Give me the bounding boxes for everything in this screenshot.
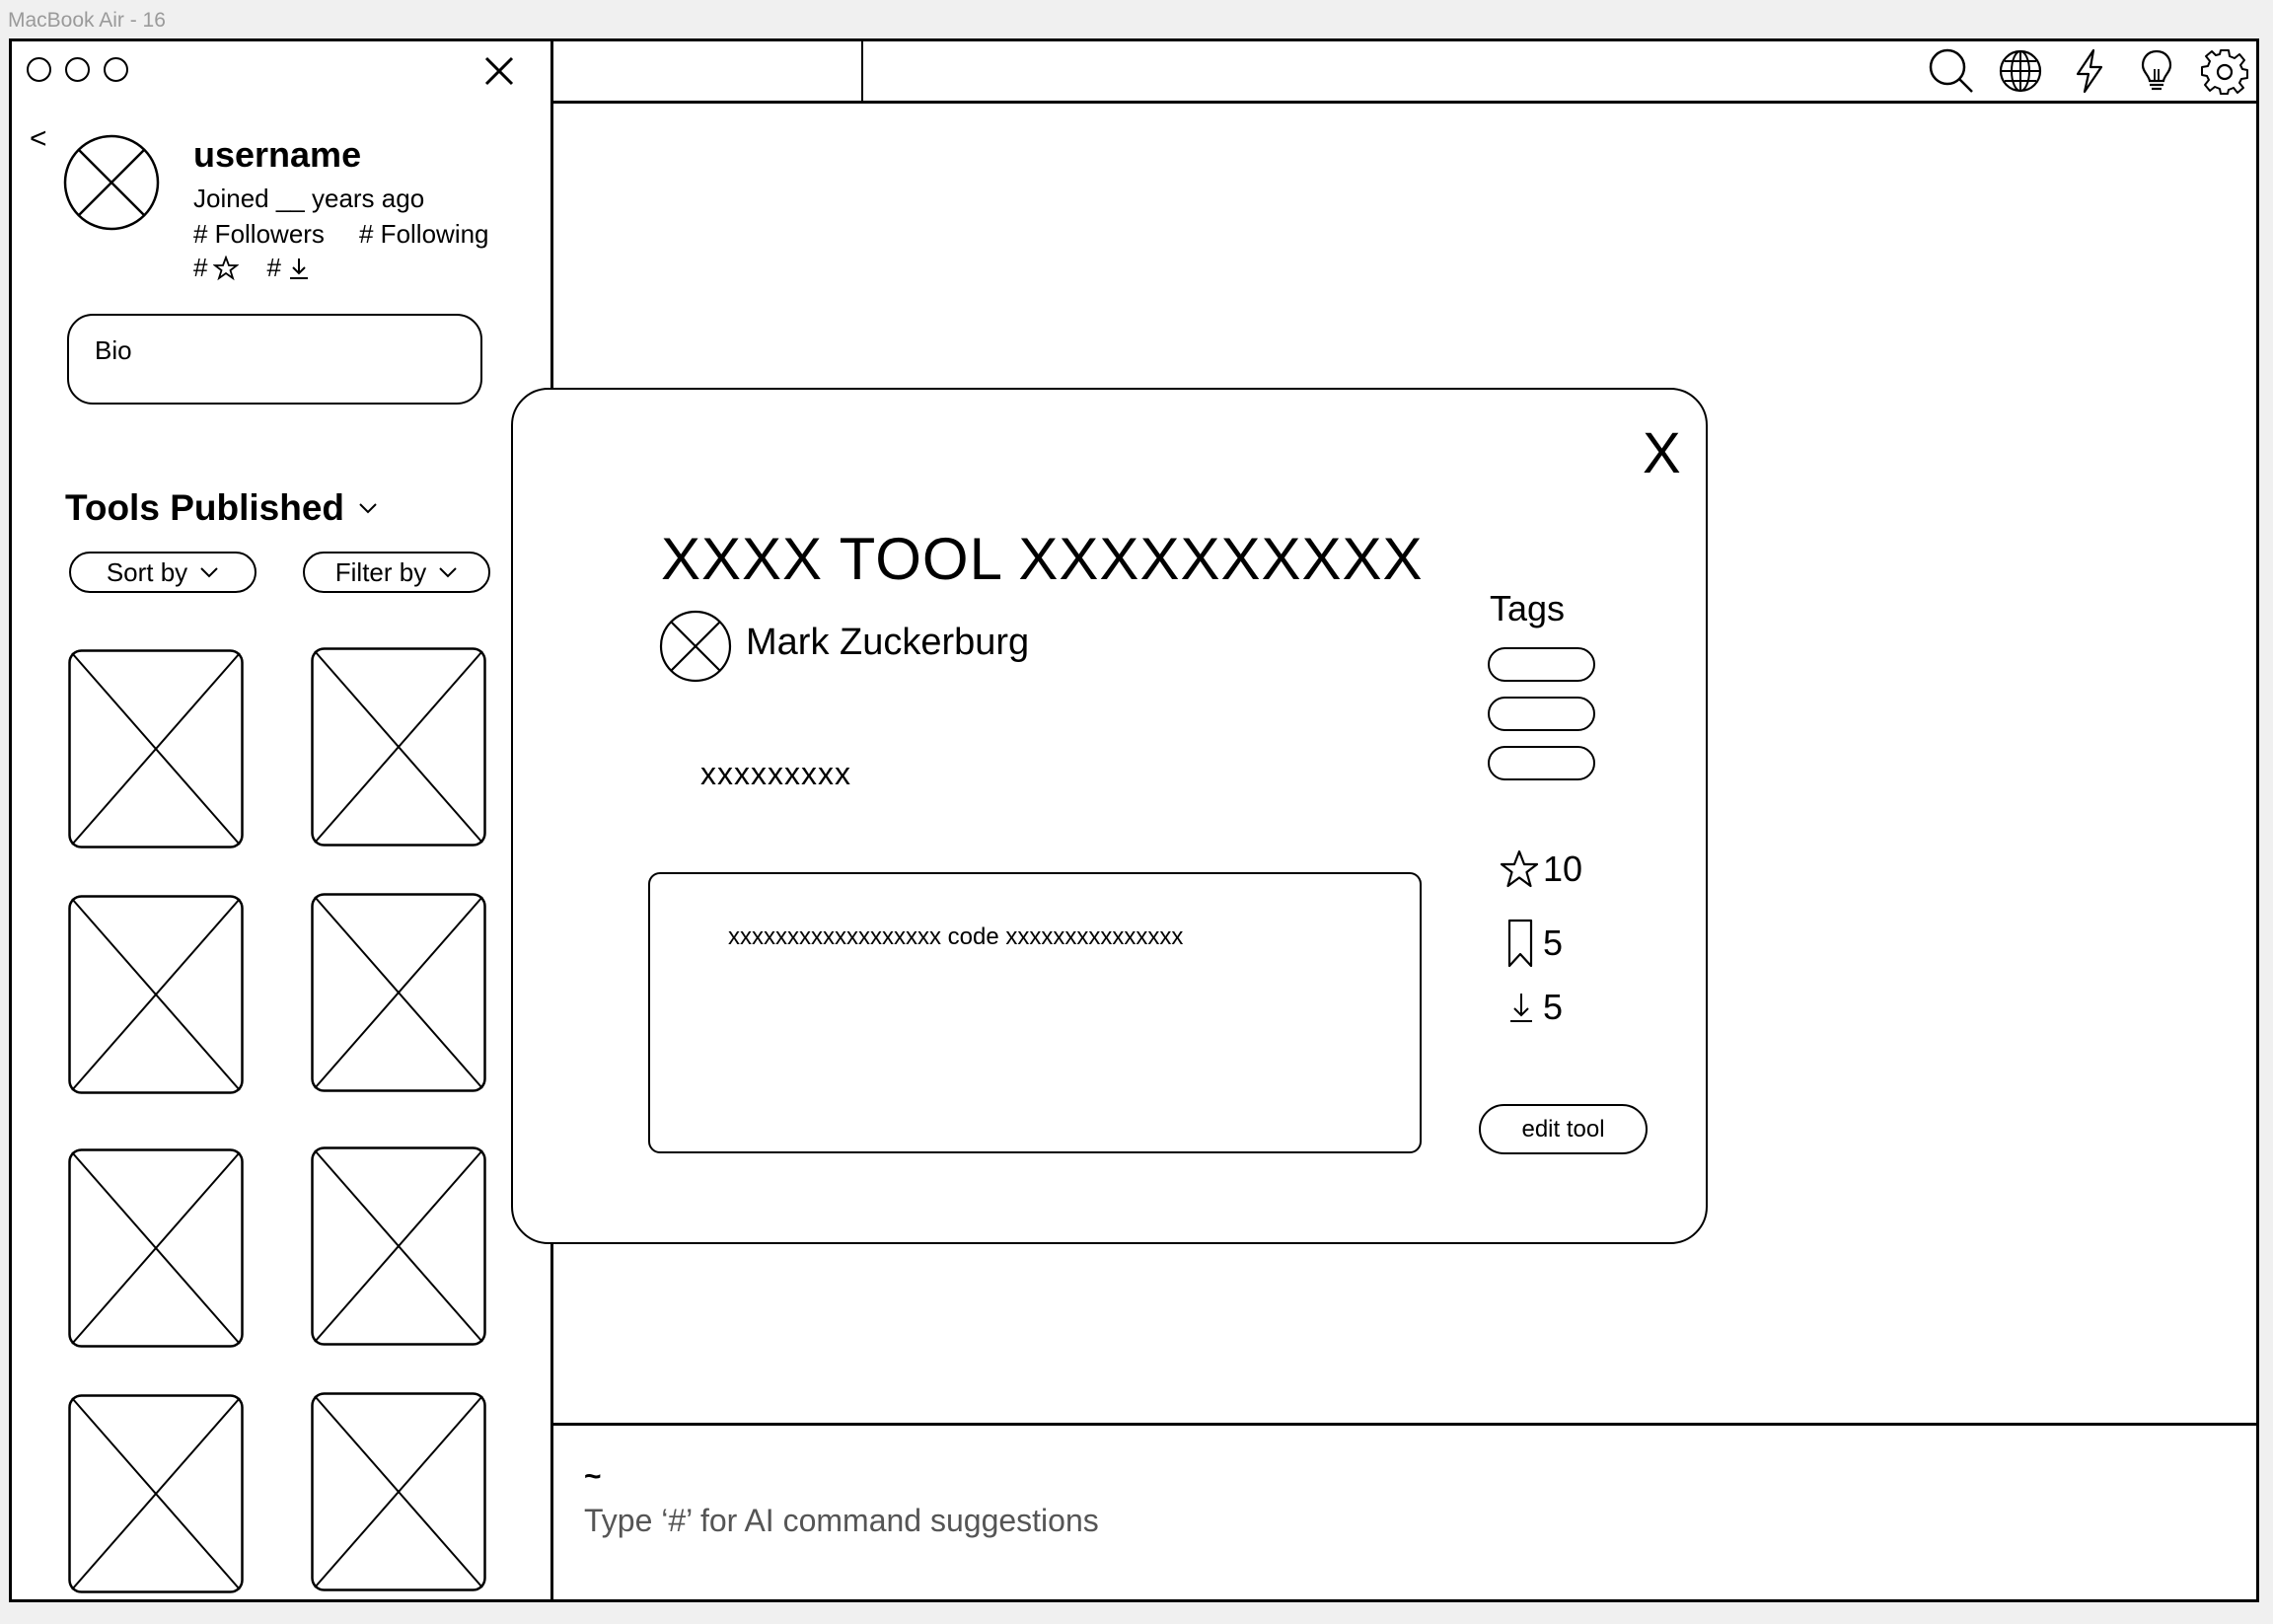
tool-thumbnail[interactable] [311, 893, 486, 1092]
download-count: 5 [1543, 987, 1564, 1027]
search-icon[interactable] [1928, 47, 1975, 95]
lightning-icon[interactable] [2066, 47, 2113, 95]
tool-title: XXXX TOOL XXXXXXXXXX [661, 526, 1424, 592]
joined-text: Joined __ years ago [193, 184, 425, 213]
author-name[interactable]: Mark Zuckerburg [746, 622, 1029, 664]
profile-stats: # # [193, 253, 311, 283]
tool-thumbnail[interactable] [311, 647, 486, 847]
bio-box[interactable]: Bio [67, 314, 482, 405]
tool-thumbnail[interactable] [68, 895, 244, 1094]
username: username [193, 134, 362, 175]
tag-chip[interactable] [1488, 647, 1595, 682]
star-icon [213, 255, 240, 280]
sort-by-label: Sort by [106, 556, 188, 587]
download-count: # [266, 253, 281, 282]
back-button[interactable]: < [30, 122, 47, 156]
tag-chip[interactable] [1488, 746, 1595, 780]
bookmark-count: 5 [1543, 923, 1564, 963]
tools-published-title: Tools Published [65, 487, 344, 528]
tool-thumbnail[interactable] [68, 1394, 244, 1593]
download-icon [289, 258, 308, 279]
tool-thumbnail[interactable] [68, 1148, 244, 1348]
window-control-close[interactable] [27, 57, 51, 82]
code-box[interactable] [648, 872, 1422, 1153]
tool-description: xxxxxxxxx [700, 756, 851, 791]
edit-tool-button[interactable]: edit tool [1479, 1104, 1648, 1154]
modal-close-button[interactable]: X [1643, 420, 1681, 486]
tools-published-header[interactable]: Tools Published [65, 487, 378, 529]
avatar [63, 134, 160, 231]
chevron-down-icon [200, 567, 218, 578]
star-count: # [193, 253, 208, 282]
bookmark-stat[interactable]: 5 [1500, 918, 1563, 969]
filter-by-button[interactable]: Filter by [303, 552, 490, 593]
tab-active[interactable] [553, 40, 861, 101]
author-avatar[interactable] [659, 610, 732, 683]
chevron-down-icon [439, 567, 457, 578]
tags-label: Tags [1490, 588, 1566, 628]
bio-text: Bio [95, 335, 132, 365]
window-control-minimize[interactable] [65, 57, 90, 82]
star-stat[interactable]: 10 [1500, 849, 1582, 890]
command-input[interactable]: Type ‘#’ for AI command suggestions [584, 1503, 2212, 1550]
following-link[interactable]: # Following [359, 219, 489, 250]
chevron-down-icon [359, 503, 377, 514]
command-prompt-symbol: ~ [584, 1460, 602, 1493]
tool-thumbnail[interactable] [68, 649, 244, 849]
command-input-placeholder: Type ‘#’ for AI command suggestions [584, 1503, 1099, 1538]
bookmark-icon [1507, 919, 1533, 968]
globe-icon[interactable] [1997, 47, 2044, 95]
tool-thumbnail[interactable] [311, 1146, 486, 1346]
tab-divider [861, 40, 863, 103]
followers-link[interactable]: # Followers [193, 219, 325, 250]
filter-by-label: Filter by [334, 556, 427, 587]
topbar-divider [553, 101, 2257, 104]
tag-chip[interactable] [1488, 697, 1595, 731]
gear-icon[interactable] [2201, 47, 2248, 95]
tool-thumbnail[interactable] [311, 1392, 486, 1591]
sort-by-button[interactable]: Sort by [69, 552, 257, 593]
star-count: 10 [1543, 849, 1583, 889]
frame-label: MacBook Air - 16 [8, 9, 166, 32]
star-icon [1500, 849, 1539, 888]
command-bar-divider [553, 1423, 2257, 1426]
window-control-maximize[interactable] [104, 57, 128, 82]
lightbulb-icon[interactable] [2133, 47, 2180, 95]
download-icon [1510, 994, 1532, 1022]
close-icon[interactable] [481, 53, 517, 89]
download-stat[interactable]: 5 [1500, 987, 1563, 1028]
edit-tool-label: edit tool [1521, 1115, 1605, 1143]
code-text: xxxxxxxxxxxxxxxxxx code xxxxxxxxxxxxxxx [728, 923, 1184, 950]
